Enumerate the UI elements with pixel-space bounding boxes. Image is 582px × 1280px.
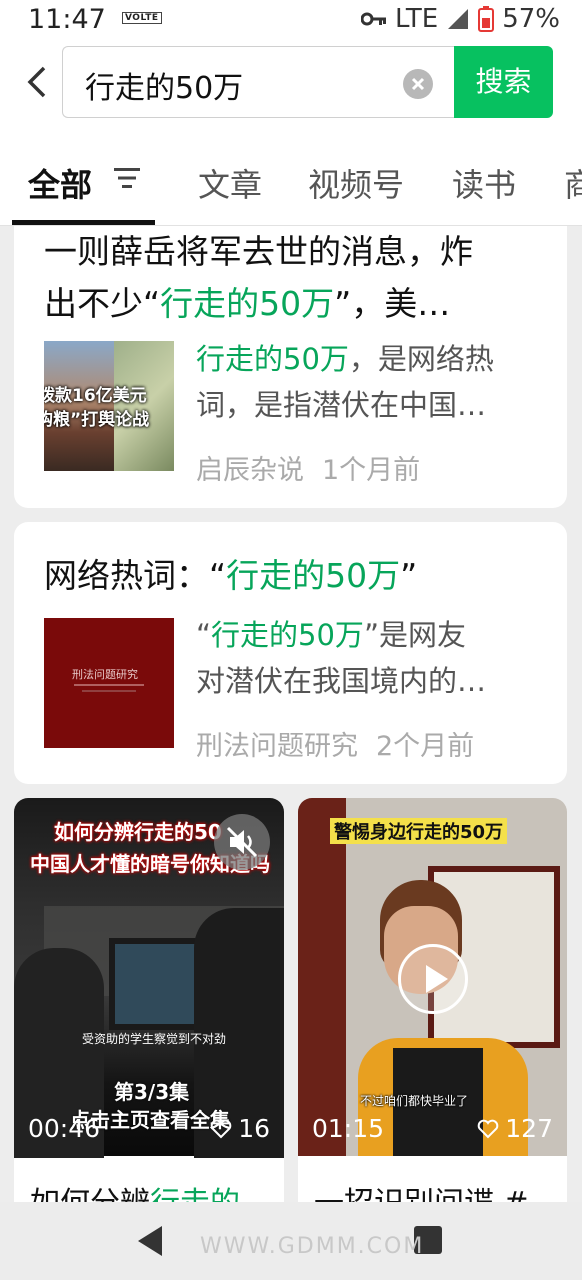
article-title: 一则薛岳将军去世的消息，炸 出不少“行走的50万”，美… — [44, 232, 473, 323]
thumb-caption-1: 拨款16亿美元 — [44, 386, 147, 406]
video-subtitle: 受资助的学生察觉到不对劲 — [82, 1032, 227, 1046]
video-banner-1: 如何分辨行走的50 — [54, 820, 222, 844]
article-time: 1个月前 — [322, 455, 421, 486]
video-caption: 一招识别间谍 # — [314, 1178, 529, 1202]
article-title: 网络热词：“行走的50万” — [44, 556, 418, 595]
heart-icon — [478, 1119, 499, 1138]
video-card[interactable]: 警惕身边行走的50万 不过咱们都快毕业了 01:15 127 一招识别间谍 # — [298, 798, 567, 1202]
article-source: 刑法问题研究 — [196, 731, 358, 762]
signal-icon — [448, 9, 469, 29]
search-input[interactable]: 行走的50万 — [62, 46, 454, 118]
article-meta: 刑法问题研究 2个月前 — [196, 724, 492, 763]
article-meta: 启辰杂说 1个月前 — [196, 448, 438, 487]
battery-percent: 57% — [502, 4, 560, 34]
battery-icon — [478, 6, 495, 32]
tab-articles[interactable]: 文章 — [198, 160, 262, 206]
video-likes-count: 127 — [505, 1114, 553, 1143]
watermark: WWW.GDMM.COM — [200, 1234, 425, 1259]
thumb-caption: 刑法问题研究 — [72, 668, 138, 681]
clear-icon[interactable] — [403, 69, 433, 99]
video-thumbnail: 警惕身边行走的50万 不过咱们都快毕业了 — [298, 798, 567, 1156]
article-time: 2个月前 — [376, 731, 475, 762]
video-likes: 16 — [210, 1114, 270, 1143]
heart-icon — [210, 1119, 232, 1138]
video-caption: 如何分辨行走的 — [30, 1178, 240, 1202]
tab-channels[interactable]: 视频号 — [308, 160, 404, 206]
article-source: 启辰杂说 — [196, 455, 304, 486]
play-icon[interactable] — [398, 944, 468, 1014]
article-card[interactable]: 网络热词：“行走的50万” 刑法问题研究 “行走的50万”是网友 对潜伏在我国境… — [14, 522, 567, 784]
tab-active-indicator — [12, 220, 155, 225]
filter-icon[interactable] — [112, 166, 142, 190]
mute-icon[interactable] — [214, 814, 270, 870]
search-button[interactable]: 搜索 — [454, 46, 553, 118]
video-episode: 第3/3集 — [114, 1080, 190, 1104]
search-query-text: 行走的50万 — [85, 71, 244, 106]
video-subtitle: 不过咱们都快毕业了 — [360, 1094, 469, 1108]
video-banner: 警惕身边行走的50万 — [330, 818, 508, 844]
category-tabs: 全部 文章 视频号 读书 商 — [0, 130, 582, 226]
status-bar: 11:47 VOLTE LTE 57% — [0, 0, 582, 42]
video-card[interactable]: 如何分辨行走的50 中国人才懂的暗号你知道吗 受资助的学生察觉到不对劲 第3/3… — [14, 798, 284, 1202]
key-icon — [360, 12, 386, 26]
video-duration: 00:46 — [28, 1114, 101, 1143]
video-thumbnail: 如何分辨行走的50 中国人才懂的暗号你知道吗 受资助的学生察觉到不对劲 第3/3… — [14, 798, 284, 1158]
nav-back-icon[interactable] — [136, 1224, 166, 1258]
article-card[interactable]: 一则薛岳将军去世的消息，炸 出不少“行走的50万”，美… 拨款16亿美元 购粮”… — [14, 226, 567, 508]
video-likes: 127 — [477, 1114, 553, 1143]
article-thumbnail: 拨款16亿美元 购粮”打舆论战 — [44, 341, 174, 471]
network-type: LTE — [394, 4, 439, 34]
tab-all[interactable]: 全部 — [28, 160, 92, 206]
search-header: 行走的50万 搜索 — [0, 42, 582, 130]
back-arrow-icon[interactable] — [22, 62, 52, 102]
video-likes-count: 16 — [238, 1114, 270, 1143]
article-snippet: 行走的50万，是网络热 词，是指潜伏在中国… — [196, 342, 494, 422]
tab-books[interactable]: 读书 — [452, 160, 516, 206]
video-duration: 01:15 — [312, 1114, 385, 1143]
article-thumbnail: 刑法问题研究 — [44, 618, 174, 748]
status-right: LTE 57% — [360, 4, 560, 34]
thumb-caption-2: 购粮”打舆论战 — [44, 410, 150, 430]
article-snippet: “行走的50万”是网友 对潜伏在我国境内的… — [196, 618, 487, 698]
status-time: 11:47 — [28, 4, 106, 35]
system-nav-bar: WWW.GDMM.COM — [0, 1202, 582, 1280]
tab-shop[interactable]: 商 — [564, 160, 582, 206]
volte-indicator: VOLTE — [122, 12, 162, 24]
